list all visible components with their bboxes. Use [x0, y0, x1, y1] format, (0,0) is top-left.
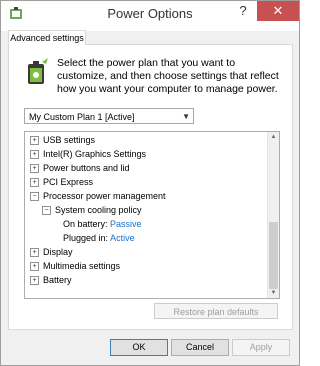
setting-label: On battery:	[63, 219, 108, 229]
tree-item-label: Processor power management	[43, 191, 166, 201]
tree-item-plugged-in[interactable]: Plugged in: Active	[63, 232, 135, 245]
battery-plug-icon	[28, 58, 48, 84]
tree-item-battery[interactable]: + Battery	[30, 274, 72, 287]
expand-icon[interactable]: +	[30, 150, 39, 160]
tree-item-display[interactable]: + Display	[30, 246, 73, 259]
collapse-icon[interactable]: −	[42, 206, 51, 216]
expand-icon[interactable]: +	[30, 164, 39, 174]
chevron-down-icon: ▼	[182, 112, 190, 121]
settings-tree[interactable]: + USB settings + Intel(R) Graphics Setting…	[24, 131, 280, 299]
tree-item-power-buttons-and-lid[interactable]: + Power buttons and lid	[30, 162, 130, 175]
tree-item-label: Power buttons and lid	[43, 163, 130, 173]
tree-item-label: PCI Express	[43, 177, 94, 187]
apply-button[interactable]: Apply	[232, 339, 290, 356]
tree-item-label: Multimedia settings	[43, 261, 121, 271]
tree-item-label: Display	[43, 247, 73, 257]
expand-icon[interactable]: +	[30, 276, 39, 286]
expand-icon[interactable]: +	[30, 136, 39, 146]
expand-icon[interactable]: +	[30, 248, 39, 258]
tree-item-system-cooling-policy[interactable]: − System cooling policy	[42, 204, 142, 217]
on-battery-value-link[interactable]: Passive	[110, 219, 142, 229]
scroll-up-icon[interactable]: ▲	[268, 132, 279, 142]
tree-item-usb-settings[interactable]: + USB settings	[30, 134, 95, 147]
expand-icon[interactable]: +	[30, 262, 39, 272]
scrollbar-thumb[interactable]	[269, 222, 278, 289]
tree-item-label: USB settings	[43, 135, 96, 145]
expand-icon[interactable]: +	[30, 178, 39, 188]
restore-plan-defaults-button[interactable]: Restore plan defaults	[154, 303, 278, 319]
title-bar[interactable]: Power Options ? ✕	[1, 1, 299, 31]
tree-item-multimedia-settings[interactable]: + Multimedia settings	[30, 260, 120, 273]
tree-item-label: Battery	[43, 275, 72, 285]
power-plan-selected-value: My Custom Plan 1 [Active]	[29, 112, 135, 122]
collapse-icon[interactable]: −	[30, 192, 39, 202]
tree-item-on-battery[interactable]: On battery: Passive	[63, 218, 142, 231]
cancel-button[interactable]: Cancel	[171, 339, 229, 356]
plugged-in-value-link[interactable]: Active	[110, 233, 135, 243]
tree-item-intel-graphics-settings[interactable]: + Intel(R) Graphics Settings	[30, 148, 146, 161]
tab-advanced-settings[interactable]: Advanced settings	[8, 30, 86, 45]
power-options-window: Power Options ? ✕ Advanced settings Sele…	[0, 0, 300, 366]
tree-item-label: Intel(R) Graphics Settings	[43, 149, 147, 159]
tree-item-pci-express[interactable]: + PCI Express	[30, 176, 93, 189]
tree-item-label: System cooling policy	[55, 205, 142, 215]
intro-text: Select the power plan that you want to c…	[57, 57, 279, 95]
vertical-scrollbar[interactable]: ▲ ▼	[267, 132, 279, 298]
scroll-down-icon[interactable]: ▼	[268, 288, 279, 298]
close-button[interactable]: ✕	[257, 1, 299, 21]
power-plan-dropdown[interactable]: My Custom Plan 1 [Active] ▼	[24, 108, 194, 124]
help-button[interactable]: ?	[230, 1, 256, 21]
ok-button[interactable]: OK	[110, 339, 168, 356]
setting-label: Plugged in:	[63, 233, 109, 243]
advanced-settings-panel: Select the power plan that you want to c…	[8, 44, 293, 330]
tree-item-processor-power-management[interactable]: − Processor power management	[30, 190, 166, 203]
